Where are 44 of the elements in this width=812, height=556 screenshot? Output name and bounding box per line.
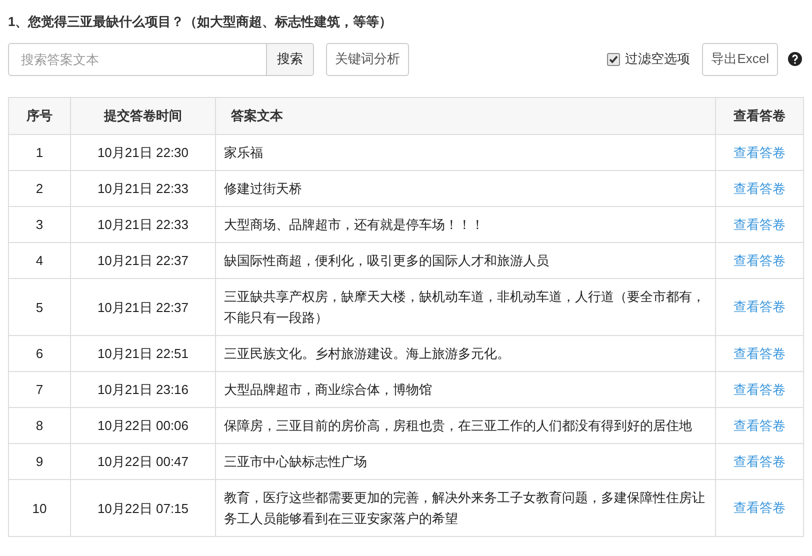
- column-header: 提交答卷时间: [70, 98, 216, 134]
- table-cell: 10月21日 22:37: [70, 242, 216, 278]
- column-header: 答案文本: [216, 98, 716, 134]
- table-cell: 10月22日 00:06: [70, 408, 216, 444]
- column-header: 序号: [8, 98, 70, 134]
- table-cell: 大型商场、品牌超市，还有就是停车场！！！: [216, 206, 716, 242]
- table-cell: 修建过街天桥: [216, 170, 716, 206]
- table-cell: 三亚市中心缺标志性广场: [216, 444, 716, 480]
- table-cell: 3: [8, 206, 70, 242]
- column-header: 查看答卷: [716, 98, 804, 134]
- table-cell: 10: [8, 480, 70, 536]
- filter-checkbox[interactable]: [607, 52, 620, 66]
- table-cell: 2: [8, 170, 70, 206]
- table-cell: 7: [8, 372, 70, 408]
- table-cell: 三亚缺共享产权房，缺摩天大楼，缺机动车道，非机动车道，人行道（要全市都有，不能只有一段路）: [216, 278, 716, 336]
- table-cell: 6: [8, 336, 70, 372]
- search-button[interactable]: 搜索: [267, 42, 314, 76]
- export-button[interactable]: 导出Excel: [702, 42, 778, 76]
- table-cell: 家乐福: [216, 134, 716, 170]
- table-cell: 缺国际性商超，便利化，吸引更多的国际人才和旅游人员: [216, 242, 716, 278]
- table-cell: 4: [8, 242, 70, 278]
- table-cell: 大型品牌超市，商业综合体，博物馆: [216, 372, 716, 408]
- search-field[interactable]: 搜索答案文本: [8, 42, 267, 76]
- table-cell: 8: [8, 408, 70, 444]
- table-cell: 10月21日 22:30: [70, 134, 216, 170]
- table-cell: 9: [8, 444, 70, 480]
- table-cell: 10月21日 22:51: [70, 336, 216, 372]
- table-cell: 10月21日 22:37: [70, 278, 216, 336]
- table-cell: 保障房，三亚目前的房价高，房租也贵，在三亚工作的人们都没有得到好的居住地: [216, 408, 716, 444]
- table-cell: 教育，医疗这些都需要更加的完善，解决外来务工子女教育问题，多建保障性住房让务工人员能够看到在三亚安家落户的希望: [216, 480, 716, 536]
- table-cell: 10月21日 22:33: [70, 206, 216, 242]
- view-answer-link[interactable]: 查看答卷: [734, 500, 786, 516]
- table-cell: 10月21日 22:33: [70, 170, 216, 206]
- table-cell: 10月22日 00:47: [70, 444, 216, 480]
- table-cell: 三亚民族文化。乡村旅游建设。海上旅游多元化。: [216, 336, 716, 372]
- filter-label: 过滤空选项: [625, 50, 690, 68]
- table-cell: 5: [8, 278, 70, 336]
- help-icon[interactable]: [788, 52, 802, 66]
- table-cell: 10月22日 07:15: [70, 480, 216, 536]
- view-answer-link[interactable]: 查看答卷: [734, 299, 786, 314]
- table-cell: 1: [8, 134, 70, 170]
- keyword-analysis-button[interactable]: 关键词分析: [326, 42, 409, 76]
- table-cell: 10月21日 23:16: [70, 372, 216, 408]
- question-title: 1、您觉得三亚最缺什么项目？（如大型商超、标志性建筑，等等）: [8, 13, 394, 31]
